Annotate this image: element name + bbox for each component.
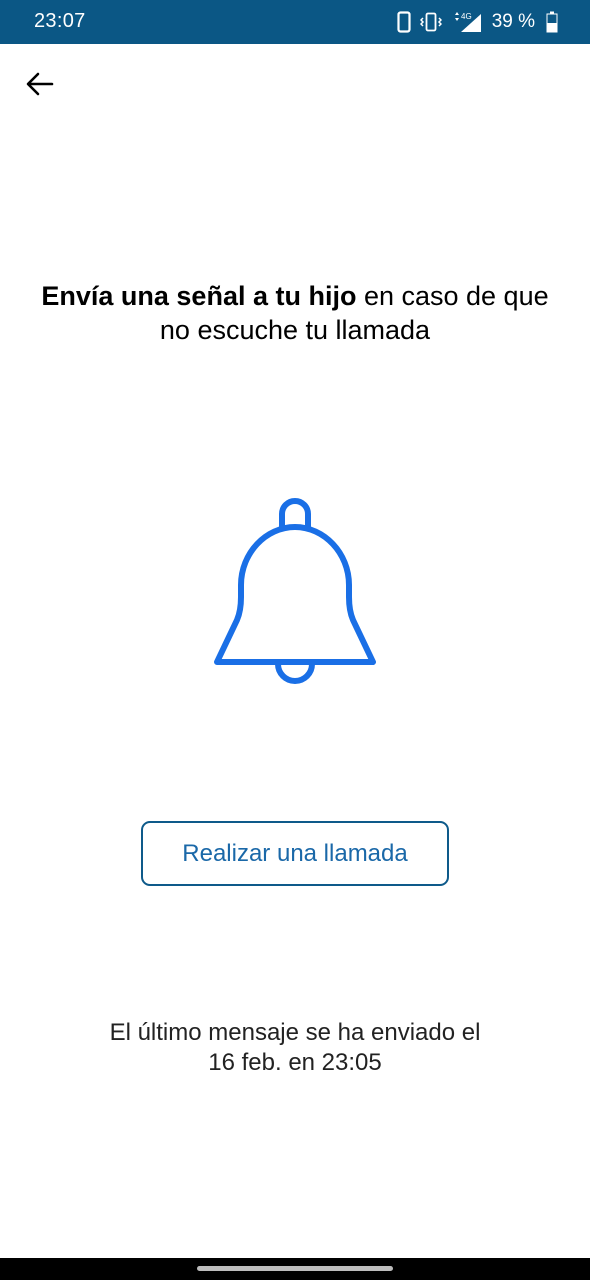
last-message-line2: 16 feb. en 23:05 bbox=[208, 1049, 382, 1076]
status-time: 23:07 bbox=[34, 10, 86, 32]
back-button[interactable] bbox=[20, 64, 60, 104]
arrow-left-icon bbox=[26, 72, 54, 96]
navigation-bar bbox=[0, 1258, 590, 1280]
status-bar: 23:07 4G 39 % bbox=[0, 0, 590, 44]
home-indicator[interactable] bbox=[197, 1266, 393, 1271]
call-button[interactable]: Realizar una llamada bbox=[141, 821, 449, 886]
battery-icon bbox=[546, 11, 558, 33]
headline: Envía una señal a tu hijo en caso de que… bbox=[40, 279, 550, 347]
network-label: 4G bbox=[461, 12, 472, 21]
headline-bold: Envía una señal a tu hijo bbox=[41, 281, 357, 311]
status-icons: 4G 39 % bbox=[397, 9, 558, 35]
bell-icon bbox=[214, 498, 376, 684]
signal-4g-icon: 4G bbox=[454, 12, 481, 32]
battery-percent: 39 % bbox=[491, 11, 535, 32]
vibrate-icon bbox=[419, 12, 442, 32]
phone-icon bbox=[397, 11, 411, 33]
last-message-info: El último mensaje se ha enviado el 16 fe… bbox=[40, 1018, 550, 1078]
last-message-line1: El último mensaje se ha enviado el bbox=[109, 1019, 481, 1046]
